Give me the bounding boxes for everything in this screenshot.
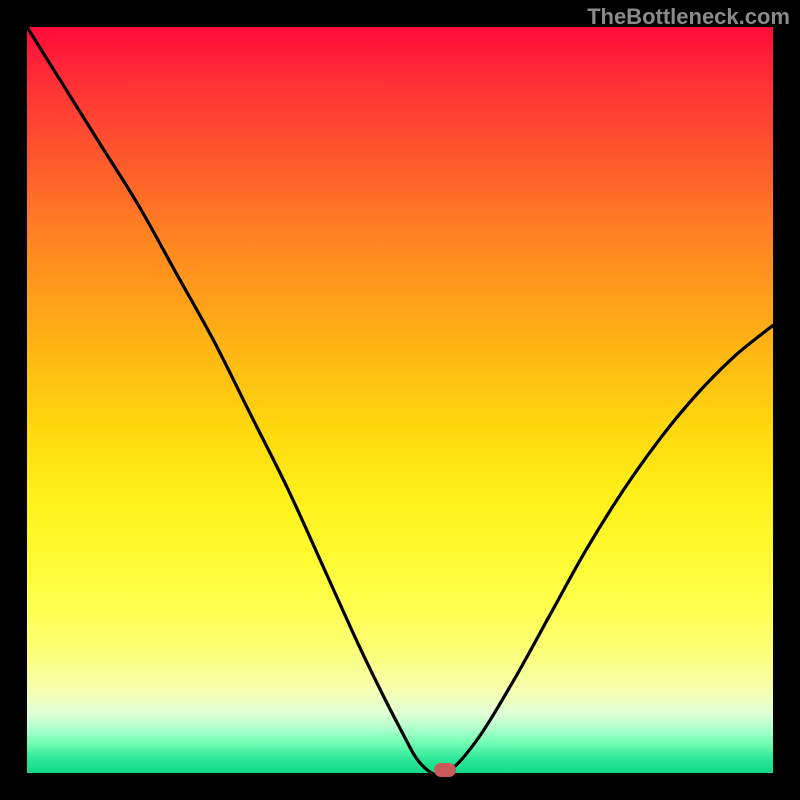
chart-frame: TheBottleneck.com: [0, 0, 800, 800]
watermark-text: TheBottleneck.com: [587, 4, 790, 30]
bottleneck-curve: [27, 27, 773, 773]
plot-area: [27, 27, 773, 773]
minimum-marker: [434, 763, 456, 777]
